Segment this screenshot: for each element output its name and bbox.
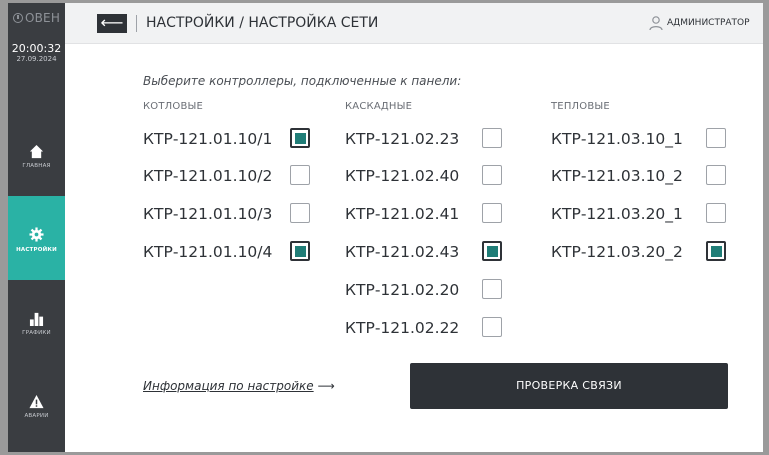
controller-checkbox[interactable] (290, 165, 310, 185)
brand-logo: ОВЕН (8, 11, 65, 25)
sidebar-item-label: ГРАФИКИ (22, 330, 51, 336)
list-item: КТР-121.02.43 (345, 241, 515, 263)
controller-checkbox[interactable] (482, 279, 502, 299)
header-divider (136, 15, 137, 32)
column-title-boiler: КОТЛОВЫЕ (143, 101, 204, 112)
sidebar-item-home[interactable]: ГЛАВНАЯ (8, 111, 65, 195)
controller-name: КТР-121.02.43 (345, 243, 460, 261)
list-item: КТР-121.02.41 (345, 203, 515, 225)
column-title-heat: ТЕПЛОВЫЕ (551, 101, 610, 112)
controller-checkbox[interactable] (482, 165, 502, 185)
user-name[interactable]: АДМИНИСТРАТОР (667, 18, 750, 28)
check-connection-button[interactable]: ПРОВЕРКА СВЯЗИ (410, 363, 728, 409)
bar-chart-icon (29, 312, 44, 326)
column-title-cascade: КАСКАДНЫЕ (345, 101, 413, 112)
controller-name: КТР-121.01.10/2 (143, 167, 273, 185)
controller-name: КТР-121.01.10/1 (143, 130, 273, 148)
list-item: КТР-121.02.40 (345, 165, 515, 187)
controller-checkbox[interactable] (482, 241, 502, 261)
controller-name: КТР-121.02.23 (345, 130, 460, 148)
gear-icon (29, 227, 44, 242)
home-icon (29, 144, 44, 159)
list-item: КТР-121.02.23 (345, 128, 515, 150)
controller-checkbox[interactable] (706, 241, 726, 261)
controller-checkbox[interactable] (290, 128, 310, 148)
controller-name: КТР-121.03.20_2 (551, 243, 683, 261)
list-item: КТР-121.01.10/3 (143, 203, 333, 225)
list-item: КТР-121.03.10_2 (551, 165, 731, 187)
settings-info-link-text[interactable]: Информация по настройке (143, 379, 314, 393)
list-item: КТР-121.03.20_2 (551, 241, 731, 263)
controller-checkbox[interactable] (706, 203, 726, 223)
list-item: КТР-121.03.10_1 (551, 128, 731, 150)
controller-checkbox[interactable] (482, 203, 502, 223)
sidebar-item-label: НАСТРОЙКИ (16, 247, 57, 253)
controller-name: КТР-121.01.10/4 (143, 243, 273, 261)
header-bar: ⟵ НАСТРОЙКИ / НАСТРОЙКА СЕТИ АДМИНИСТРАТ… (65, 3, 763, 44)
list-item: КТР-121.02.22 (345, 317, 515, 339)
settings-info-link[interactable]: Информация по настройке ⟶ (143, 379, 335, 393)
sidebar-item-label: АВАРИИ (24, 413, 49, 419)
controller-name: КТР-121.03.10_2 (551, 167, 683, 185)
sidebar-item-alarms[interactable]: АВАРИИ (8, 366, 65, 450)
controller-name: КТР-121.02.22 (345, 319, 460, 337)
list-item: КТР-121.01.10/1 (143, 128, 333, 150)
list-item: КТР-121.01.10/4 (143, 241, 333, 263)
sidebar-item-label: ГЛАВНАЯ (22, 163, 51, 169)
controller-checkbox[interactable] (482, 317, 502, 337)
sidebar: ОВЕН 20:00:32 27.09.2024 ГЛАВНАЯ НАСТРОЙ… (8, 3, 65, 452)
controller-name: КТР-121.02.20 (345, 281, 460, 299)
list-item: КТР-121.01.10/2 (143, 165, 333, 187)
back-button[interactable]: ⟵ (97, 14, 127, 33)
controller-checkbox[interactable] (706, 128, 726, 148)
clock: 20:00:32 27.09.2024 (8, 43, 65, 64)
app-window: ОВЕН 20:00:32 27.09.2024 ГЛАВНАЯ НАСТРОЙ… (8, 3, 763, 452)
controller-name: КТР-121.01.10/3 (143, 205, 273, 223)
user-icon[interactable] (648, 15, 664, 31)
clock-time: 20:00:32 (11, 42, 62, 55)
controller-name: КТР-121.02.41 (345, 205, 460, 223)
controller-checkbox[interactable] (482, 128, 502, 148)
controller-name: КТР-121.03.10_1 (551, 130, 683, 148)
controller-name: КТР-121.02.40 (345, 167, 460, 185)
sidebar-item-charts[interactable]: ГРАФИКИ (8, 281, 65, 365)
clock-date: 27.09.2024 (16, 55, 57, 63)
controller-name: КТР-121.03.20_1 (551, 205, 683, 223)
brand-name: ОВЕН (24, 11, 61, 25)
controller-checkbox[interactable] (290, 203, 310, 223)
instruction-text: Выберите контроллеры, подключенные к пан… (143, 74, 462, 88)
arrow-right-icon: ⟶ (317, 379, 335, 393)
list-item: КТР-121.02.20 (345, 279, 515, 301)
list-item: КТР-121.03.20_1 (551, 203, 731, 225)
warning-icon (29, 394, 44, 409)
controller-checkbox[interactable] (290, 241, 310, 261)
controller-checkbox[interactable] (706, 165, 726, 185)
power-icon (12, 13, 23, 23)
sidebar-item-settings[interactable]: НАСТРОЙКИ (8, 196, 65, 280)
page-title: НАСТРОЙКИ / НАСТРОЙКА СЕТИ (146, 15, 379, 31)
